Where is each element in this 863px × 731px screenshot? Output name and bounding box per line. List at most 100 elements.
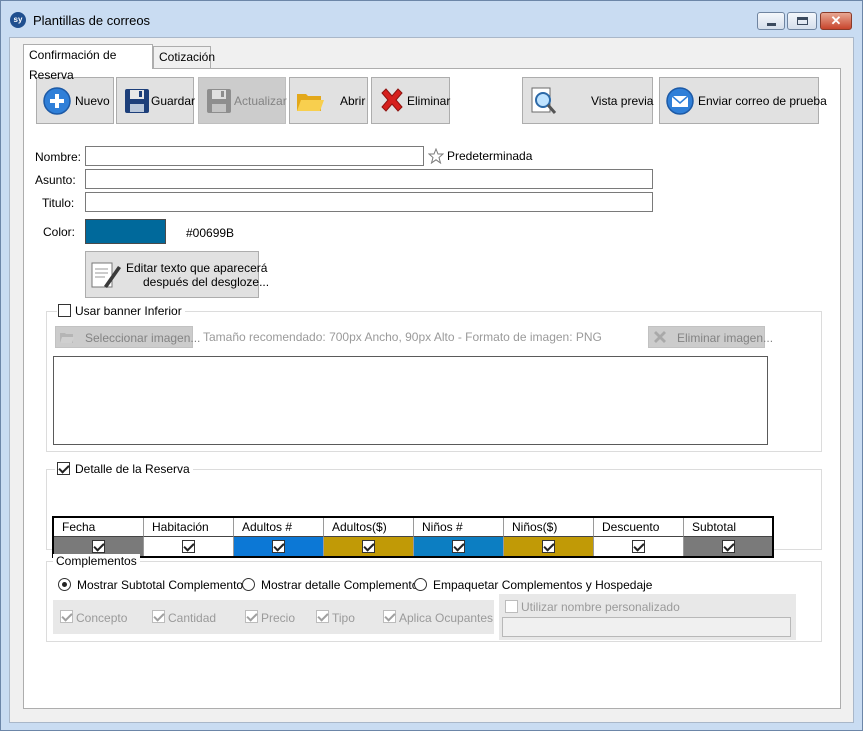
actualizar-button[interactable]: Actualizar <box>198 77 287 124</box>
column-checkbox[interactable] <box>452 540 465 553</box>
campo-tipo-checkbox[interactable] <box>316 610 329 623</box>
radio-mostrar-subtotal[interactable] <box>58 578 71 591</box>
editar-texto-line2: después del desgloze... <box>143 275 270 289</box>
asunto-input[interactable] <box>85 169 653 189</box>
minimize-button[interactable] <box>757 12 785 30</box>
column-checkbox[interactable] <box>542 540 555 553</box>
column-color-cell[interactable] <box>594 537 684 556</box>
column-color-cell[interactable] <box>144 537 234 556</box>
nombre-input[interactable] <box>85 146 424 166</box>
column-header: Niños # <box>414 518 504 537</box>
preview-magnifier-icon <box>531 87 557 114</box>
floppy-disk-icon <box>207 89 231 113</box>
nombre-personalizado-input[interactable] <box>502 617 791 637</box>
titulo-input[interactable] <box>85 192 653 212</box>
campo-cantidad-checkbox[interactable] <box>152 610 165 623</box>
column-color-cell[interactable] <box>234 537 324 556</box>
campo-tipo-label[interactable]: Tipo <box>332 611 355 625</box>
column-checkbox[interactable] <box>362 540 375 553</box>
column-header: Niños($) <box>504 518 594 537</box>
campo-concepto-label[interactable]: Concepto <box>76 611 127 625</box>
radio-empaquetar[interactable] <box>414 578 427 591</box>
nuevo-label: Nuevo <box>75 94 110 108</box>
column-color-cell[interactable] <box>324 537 414 556</box>
column-checkbox[interactable] <box>722 540 735 553</box>
column-header: Descuento <box>594 518 684 537</box>
column-header: Fecha <box>54 518 144 537</box>
radio-mostrar-detalle-label[interactable]: Mostrar detalle Complementos <box>261 578 424 592</box>
detalle-columns-grid: Fecha Habitación Adultos # Adultos($) Ni… <box>52 516 774 558</box>
predeterminada-label[interactable]: Predeterminada <box>447 149 532 163</box>
banner-hint: Tamaño recomendado: 700px Ancho, 90px Al… <box>203 330 602 344</box>
campo-aplica-ocupantes-checkbox[interactable] <box>383 610 396 623</box>
banner-legend: Usar banner Inferior <box>57 304 185 318</box>
title-bar[interactable]: sy Plantillas de correos ✕ <box>1 1 862 37</box>
tab-page-confirmacion: Nuevo Guardar Actualizar Abrir Eliminar … <box>23 68 841 709</box>
star-icon[interactable] <box>428 148 444 164</box>
vista-previa-button[interactable]: Vista previa <box>522 77 653 124</box>
column-checkbox[interactable] <box>92 540 105 553</box>
mail-icon <box>666 87 694 115</box>
color-hex-label: #00699B <box>186 226 235 240</box>
seleccionar-imagen-label: Seleccionar imagen... <box>85 331 201 345</box>
campo-aplica-ocupantes-label[interactable]: Aplica Ocupantes <box>399 611 493 625</box>
column-checkbox[interactable] <box>632 540 645 553</box>
complementos-group: Complementos Mostrar Subtotal Complement… <box>46 554 822 642</box>
app-icon: sy <box>10 12 26 28</box>
column-color-cell[interactable] <box>414 537 504 556</box>
radio-empaquetar-label[interactable]: Empaquetar Complementos y Hospedaje <box>433 578 652 592</box>
tab-confirmacion-reserva[interactable]: Confirmación de Reserva <box>23 44 153 82</box>
seleccionar-imagen-button[interactable]: Seleccionar imagen... <box>55 326 200 348</box>
client-area: Confirmación de Reserva Cotización Nuevo… <box>9 37 854 723</box>
delete-x-icon <box>381 88 403 112</box>
detalle-reserva-checkbox[interactable] <box>57 462 70 475</box>
abrir-label: Abrir <box>340 94 366 108</box>
enviar-prueba-button[interactable]: Enviar correo de prueba <box>659 77 827 124</box>
floppy-disk-icon <box>125 89 149 113</box>
column-header: Adultos($) <box>324 518 414 537</box>
column-adultos-num: Adultos # <box>234 518 324 556</box>
column-habitacion: Habitación <box>144 518 234 556</box>
close-button[interactable]: ✕ <box>820 12 852 30</box>
abrir-button[interactable]: Abrir <box>289 77 368 124</box>
radio-mostrar-subtotal-label[interactable]: Mostrar Subtotal Complementos <box>77 578 249 592</box>
detalle-reserva-label[interactable]: Detalle de la Reserva <box>75 462 190 476</box>
main-window: sy Plantillas de correos ✕ Confirmación … <box>0 0 863 731</box>
column-header: Habitación <box>144 518 234 537</box>
minimize-icon <box>767 23 776 26</box>
eliminar-button[interactable]: Eliminar <box>371 77 450 124</box>
eliminar-label: Eliminar <box>407 94 451 108</box>
usar-banner-checkbox[interactable] <box>58 304 71 317</box>
add-icon <box>43 87 71 115</box>
column-color-cell[interactable] <box>504 537 594 556</box>
maximize-button[interactable] <box>787 12 817 30</box>
campo-precio-checkbox[interactable] <box>245 610 258 623</box>
campo-precio-label[interactable]: Precio <box>261 611 295 625</box>
column-ninos-monto: Niños($) <box>504 518 594 556</box>
edit-document-icon <box>91 262 121 288</box>
campos-complementos-panel: Concepto Cantidad Precio Tipo Aplica Ocu… <box>53 600 494 634</box>
radio-mostrar-detalle[interactable] <box>242 578 255 591</box>
column-checkbox[interactable] <box>272 540 285 553</box>
nombre-personalizado-checkbox[interactable] <box>505 600 518 613</box>
column-checkbox[interactable] <box>182 540 195 553</box>
color-swatch[interactable] <box>85 219 166 244</box>
nombre-personalizado-label[interactable]: Utilizar nombre personalizado <box>521 600 680 614</box>
nombre-personalizado-panel: Utilizar nombre personalizado <box>499 594 796 640</box>
guardar-button[interactable]: Guardar <box>116 77 196 124</box>
guardar-label: Guardar <box>151 94 196 108</box>
campo-concepto-checkbox[interactable] <box>60 610 73 623</box>
editar-texto-button[interactable]: Editar texto que aparecerá después del d… <box>85 251 269 298</box>
usar-banner-label[interactable]: Usar banner Inferior <box>75 304 182 318</box>
campo-cantidad-label[interactable]: Cantidad <box>168 611 216 625</box>
banner-image-preview <box>53 356 768 445</box>
eliminar-imagen-button[interactable]: Eliminar imagen... <box>648 326 773 348</box>
column-color-cell[interactable] <box>684 537 772 556</box>
nombre-label: Nombre: <box>35 150 82 164</box>
editar-texto-line1: Editar texto que aparecerá <box>126 261 268 275</box>
column-ninos-num: Niños # <box>414 518 504 556</box>
actualizar-label: Actualizar <box>234 94 287 108</box>
tab-cotizacion[interactable]: Cotización <box>153 46 215 68</box>
banner-group: Usar banner Inferior Seleccionar imagen.… <box>46 304 822 452</box>
color-label: Color: <box>43 225 76 239</box>
